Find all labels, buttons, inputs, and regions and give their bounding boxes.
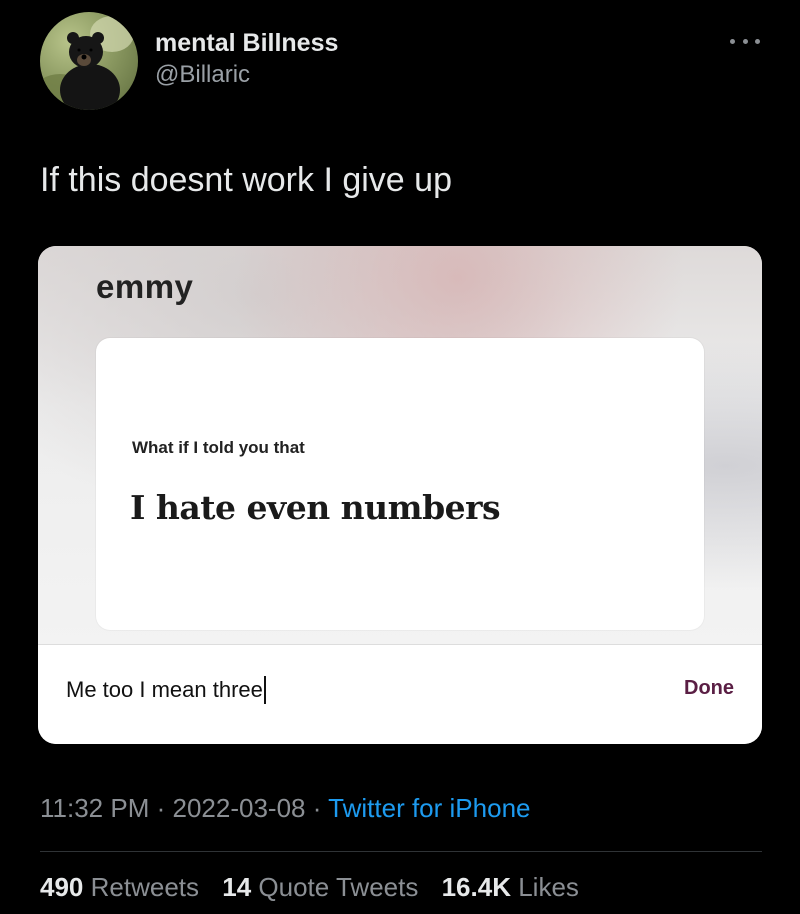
quotes-label: Quote Tweets — [258, 872, 419, 902]
reply-bar: Me too I mean three Done — [38, 645, 762, 744]
user-handle[interactable]: @Billaric — [155, 60, 338, 90]
quote-tweets-stat[interactable]: 14 Quote Tweets — [222, 872, 418, 902]
tweet-meta: 11:32 PM · 2022-03-08 · Twitter for iPho… — [40, 791, 530, 825]
reply-input-value: Me too I mean three — [66, 677, 263, 702]
divider — [40, 851, 762, 852]
tweet-source-link[interactable]: Twitter for iPhone — [328, 793, 530, 823]
tweet-stats: 490 Retweets 14 Quote Tweets 16.4K Likes — [40, 870, 595, 904]
more-dots-icon[interactable] — [730, 34, 760, 48]
dot — [742, 38, 748, 44]
reply-input[interactable]: Me too I mean three — [66, 675, 266, 705]
tweet-date[interactable]: 2022-03-08 — [173, 793, 306, 823]
dot — [755, 38, 760, 44]
likes-count: 16.4K — [441, 872, 511, 902]
text-caret — [263, 676, 266, 704]
meta-separator: · — [156, 793, 166, 823]
tweet-text: If this doesnt work I give up — [40, 161, 452, 199]
quotes-count: 14 — [222, 872, 252, 902]
tweet-time[interactable]: 11:32 PM — [40, 793, 149, 823]
prompt-card: What if I told you that I hate even numb… — [96, 338, 704, 630]
attached-image[interactable]: emmy What if I told you that I hate even… — [38, 246, 762, 744]
retweets-count: 490 — [40, 872, 84, 902]
dot — [730, 38, 735, 44]
app-brand: emmy — [96, 268, 194, 305]
prompt-intro: What if I told you that — [132, 438, 305, 457]
retweets-stat[interactable]: 490 Retweets — [40, 872, 199, 902]
done-button[interactable]: Done — [684, 677, 734, 700]
likes-label: Likes — [518, 872, 579, 902]
prompt-statement: I hate even numbers — [130, 488, 501, 527]
tweet-header: mental Billness @Billaric — [40, 12, 770, 112]
author-names: mental Billness @Billaric — [155, 28, 338, 90]
meta-separator: · — [312, 793, 322, 823]
display-name[interactable]: mental Billness — [155, 28, 338, 58]
retweets-label: Retweets — [90, 872, 200, 902]
likes-stat[interactable]: 16.4K Likes — [442, 872, 579, 902]
bear-avatar-icon[interactable] — [40, 12, 138, 110]
